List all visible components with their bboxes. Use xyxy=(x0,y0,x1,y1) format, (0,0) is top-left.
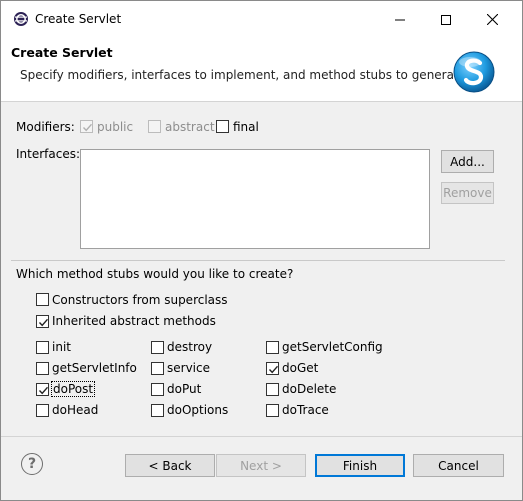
check-icon xyxy=(38,386,49,395)
close-icon xyxy=(486,14,498,25)
service-checkbox[interactable] xyxy=(151,362,164,375)
maximize-button[interactable] xyxy=(423,1,469,38)
dodelete-checkbox[interactable] xyxy=(266,383,279,396)
final-label: final xyxy=(233,120,259,134)
init-checkbox[interactable] xyxy=(36,341,49,354)
dodelete-label: doDelete xyxy=(282,382,337,396)
dotrace-label: doTrace xyxy=(282,403,329,417)
final-checkbox[interactable] xyxy=(216,120,229,133)
dopost-checkbox[interactable] xyxy=(36,383,49,396)
doput-label: doPut xyxy=(167,382,202,396)
interfaces-label: Interfaces: xyxy=(16,147,81,161)
maximize-icon xyxy=(441,14,451,25)
constructors-label: Constructors from superclass xyxy=(52,293,228,307)
doget-label: doGet xyxy=(282,361,319,375)
dotrace-checkbox[interactable] xyxy=(266,404,279,417)
section-divider xyxy=(11,260,505,261)
footer-divider xyxy=(1,436,522,437)
banner-title: Create Servlet xyxy=(11,45,113,60)
constructors-checkbox[interactable] xyxy=(36,293,49,306)
close-button[interactable] xyxy=(469,1,515,38)
doget-checkbox[interactable] xyxy=(266,362,279,375)
abstract-label: abstract xyxy=(165,120,215,134)
finish-button[interactable]: Finish xyxy=(315,454,405,477)
header-banner: Create Servlet Specify modifiers, interf… xyxy=(1,38,522,102)
check-icon xyxy=(268,365,279,374)
create-servlet-dialog: Create Servlet Create Servlet Specify mo… xyxy=(0,0,523,501)
init-label: init xyxy=(52,340,71,354)
help-icon: ? xyxy=(27,456,37,472)
method-stubs-question: Which method stubs would you like to cre… xyxy=(16,267,294,281)
inherited-checkbox[interactable] xyxy=(36,315,49,328)
getservletinfo-checkbox[interactable] xyxy=(36,362,49,375)
minimize-icon xyxy=(395,19,405,20)
inherited-label: Inherited abstract methods xyxy=(52,314,216,328)
modifiers-label: Modifiers: xyxy=(16,120,75,134)
destroy-label: destroy xyxy=(167,340,213,354)
dohead-label: doHead xyxy=(52,403,99,417)
dooptions-label: doOptions xyxy=(167,403,229,417)
back-button[interactable]: < Back xyxy=(125,454,215,477)
doput-checkbox[interactable] xyxy=(151,383,164,396)
eclipse-app-icon xyxy=(14,12,28,26)
dopost-label: doPost xyxy=(50,381,96,397)
remove-interface-button[interactable]: Remove xyxy=(441,182,494,204)
getservletconfig-label: getServletConfig xyxy=(282,340,383,354)
banner-description: Specify modifiers, interfaces to impleme… xyxy=(20,68,470,82)
abstract-checkbox[interactable] xyxy=(148,120,161,133)
cancel-button[interactable]: Cancel xyxy=(413,454,504,477)
window-title: Create Servlet xyxy=(35,12,122,26)
check-icon xyxy=(38,318,49,327)
dooptions-checkbox[interactable] xyxy=(151,404,164,417)
minimize-button[interactable] xyxy=(377,1,423,38)
getservletinfo-label: getServletInfo xyxy=(52,361,137,375)
dohead-checkbox[interactable] xyxy=(36,404,49,417)
service-label: service xyxy=(167,361,210,375)
public-label: public xyxy=(97,120,134,134)
destroy-checkbox[interactable] xyxy=(151,341,164,354)
public-checkbox[interactable] xyxy=(80,120,93,133)
title-bar: Create Servlet xyxy=(1,1,522,38)
servlet-logo-icon xyxy=(453,51,495,93)
getservletconfig-checkbox[interactable] xyxy=(266,341,279,354)
next-button[interactable]: Next > xyxy=(216,454,306,477)
help-button[interactable]: ? xyxy=(21,453,43,475)
interfaces-list[interactable] xyxy=(80,149,430,249)
check-icon xyxy=(82,123,93,132)
add-interface-button[interactable]: Add... xyxy=(441,150,494,173)
